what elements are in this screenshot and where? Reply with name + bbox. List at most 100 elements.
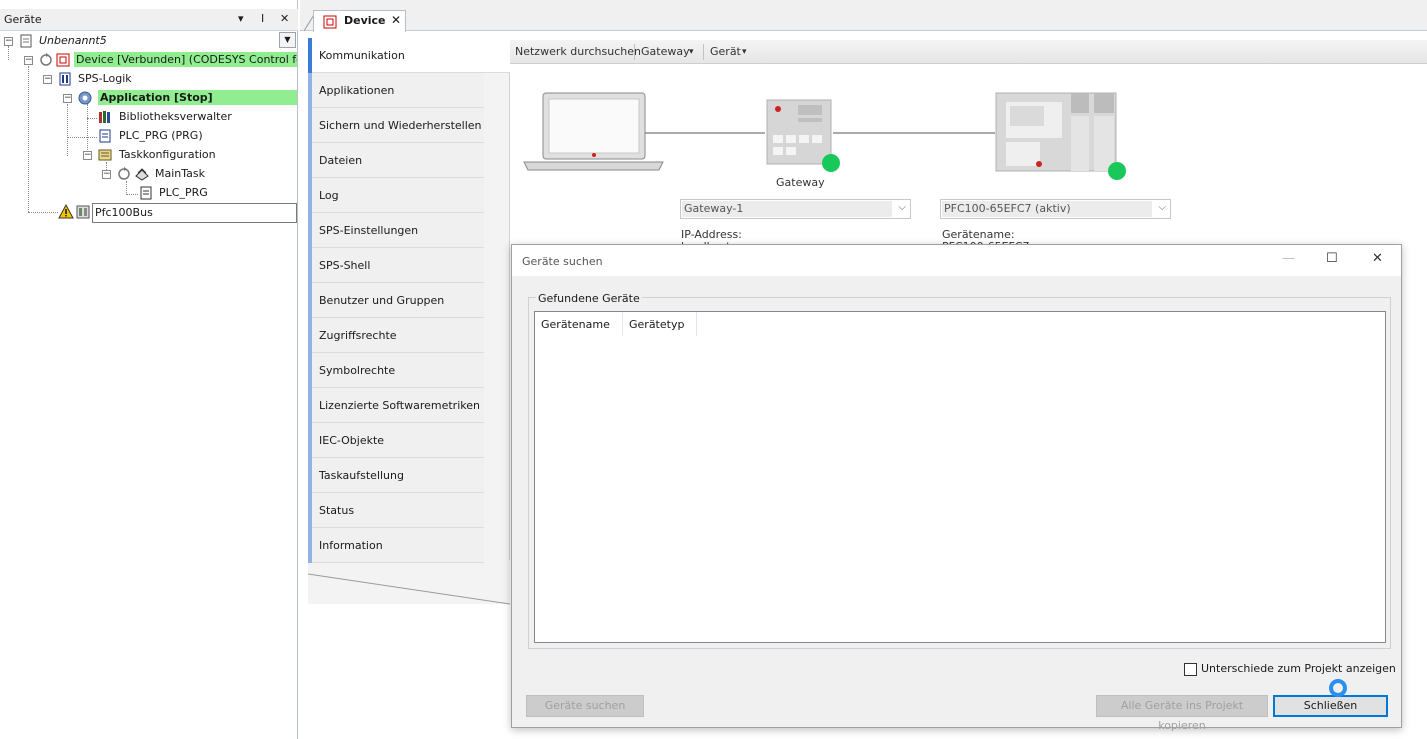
- online-sync-icon: [118, 167, 130, 180]
- minimize-icon[interactable]: —: [1282, 251, 1295, 266]
- chevron-down-icon: ⌵: [1158, 202, 1166, 213]
- tree-item-project[interactable]: − Unbenannt5: [0, 32, 278, 51]
- tab-symbolrechte[interactable]: Symbolrechte: [308, 353, 484, 388]
- tree-item-rename-field[interactable]: Pfc100Bus: [92, 203, 297, 223]
- gateway-caption: Gateway: [776, 176, 825, 189]
- collapse-icon[interactable]: −: [63, 94, 72, 103]
- group-title: Gefundene Geräte: [536, 292, 642, 305]
- program-call-icon: [140, 186, 152, 200]
- tree-item-label: Device [Verbunden] (CODESYS Control for …: [74, 52, 297, 67]
- program-icon: [99, 129, 111, 143]
- copy-all-devices-button[interactable]: Alle Geräte ins Projekt kopieren: [1096, 695, 1268, 732]
- devices-pane-header: Geräte ▾ ⵏ ✕: [0, 9, 298, 31]
- tab-taskaufstellung[interactable]: Taskaufstellung: [308, 458, 484, 493]
- tree-item-label: MainTask: [155, 167, 205, 180]
- close-button[interactable]: Schließen: [1273, 695, 1388, 717]
- search-devices-dialog: Geräte suchen — ☐ ✕ Gefundene Geräte Ger…: [511, 244, 1402, 732]
- communication-toolbar: Netzwerk durchsuchen Gateway ▾ Gerät ▾: [510, 40, 1427, 64]
- tree-item-task-configuration[interactable]: − Taskkonfiguration: [0, 146, 278, 165]
- tab-dateien[interactable]: Dateien: [308, 143, 484, 178]
- application-gear-icon: [78, 91, 92, 105]
- tree-dropdown-button[interactable]: ▼: [279, 32, 296, 48]
- pin-icon[interactable]: ⵏ: [261, 12, 264, 25]
- tree-item-label: PLC_PRG (PRG): [119, 129, 203, 142]
- network-topology: [523, 92, 1117, 172]
- tab-sps-shell[interactable]: SPS-Shell: [308, 248, 484, 283]
- gateway-menu-button[interactable]: Gateway: [641, 45, 690, 58]
- tree-item-application[interactable]: − Application [Stop]: [0, 89, 297, 108]
- editor-tab-strip: [300, 0, 1427, 32]
- tree-item-plc-prg[interactable]: PLC_PRG (PRG): [0, 127, 278, 146]
- chevron-down-icon: ▾: [742, 47, 747, 57]
- tree-item-pfc100bus[interactable]: Pfc100Bus: [0, 203, 298, 223]
- tree-item-label: SPS-Logik: [78, 72, 132, 85]
- tab-log[interactable]: Log: [308, 178, 484, 213]
- chevron-down-icon: ⌵: [898, 202, 906, 213]
- tree-item-device[interactable]: − Device [Verbunden] (CODESYS Control fo…: [0, 51, 297, 70]
- tree-item-label: Bibliotheksverwalter: [119, 110, 232, 123]
- collapse-icon[interactable]: −: [102, 170, 111, 179]
- online-sync-icon: [40, 53, 52, 66]
- show-differences-checkbox[interactable]: [1184, 663, 1197, 676]
- tree-item-plc-logic[interactable]: − SPS-Logik: [0, 70, 278, 89]
- plc-logic-icon: [59, 72, 71, 86]
- collapse-icon[interactable]: −: [4, 37, 13, 46]
- tab-status[interactable]: Status: [308, 493, 484, 528]
- close-pane-icon[interactable]: ✕: [280, 12, 289, 25]
- tab-applikationen[interactable]: Applikationen: [308, 73, 484, 108]
- project-icon: [20, 34, 32, 48]
- tree-item-label: Taskkonfiguration: [119, 148, 216, 161]
- pfc-controller-icon: [995, 92, 1117, 172]
- close-tab-icon[interactable]: ✕: [391, 13, 401, 27]
- scan-network-button[interactable]: Netzwerk durchsuchen: [515, 45, 641, 58]
- tree-item-main-task[interactable]: − MainTask: [0, 165, 278, 184]
- tab-device[interactable]: Device ✕: [313, 10, 406, 32]
- tree-item-label: Application [Stop]: [98, 90, 297, 105]
- tab-kommunikation[interactable]: Kommunikation: [308, 38, 510, 73]
- bus-icon: [76, 205, 90, 219]
- tab-label: Device: [344, 14, 386, 27]
- pane-menu-icon[interactable]: ▾: [238, 12, 244, 25]
- dialog-titlebar[interactable]: Geräte suchen — ☐ ✕: [512, 245, 1401, 276]
- show-differences-label[interactable]: Unterschiede zum Projekt anzeigen: [1201, 662, 1396, 675]
- collapse-icon[interactable]: −: [24, 56, 33, 65]
- devices-pane: Geräte ▾ ⵏ ✕ ▼ − Unbenannt5 − Device [Ve…: [0, 0, 298, 739]
- device-icon: [56, 53, 70, 67]
- column-header-device-name[interactable]: Gerätename: [535, 312, 623, 336]
- tab-iec-objekte[interactable]: IEC-Objekte: [308, 423, 484, 458]
- busy-cursor-icon: [1329, 679, 1347, 697]
- dialog-title: Geräte suchen: [522, 255, 603, 268]
- device-icon: [323, 15, 337, 29]
- pc-laptop-icon: [523, 92, 664, 171]
- device-menu-button[interactable]: Gerät: [710, 45, 741, 58]
- tree-item-library-manager[interactable]: Bibliotheksverwalter: [0, 108, 278, 127]
- gateway-select[interactable]: Gateway-1 ⌵: [680, 199, 911, 219]
- gateway-status-dot: [822, 154, 840, 172]
- warning-icon: [58, 204, 74, 219]
- tab-zugriffsrechte[interactable]: Zugriffsrechte: [308, 318, 484, 353]
- tree-item-plc-prg-call[interactable]: PLC_PRG: [0, 184, 278, 203]
- chevron-down-icon: ▾: [689, 47, 694, 57]
- tab-sps-einstellungen[interactable]: SPS-Einstellungen: [308, 213, 484, 248]
- device-select[interactable]: PFC100-65EFC7 (aktiv) ⌵: [940, 199, 1171, 219]
- library-icon: [99, 111, 110, 123]
- tab-softwaremetriken[interactable]: Lizenzierte Softwaremetriken: [308, 388, 484, 423]
- tab-information[interactable]: Information: [308, 528, 484, 563]
- tree-item-label: Unbenannt5: [39, 34, 107, 47]
- task-icon: [135, 168, 149, 181]
- device-status-dot: [1108, 162, 1126, 180]
- search-devices-button[interactable]: Geräte suchen: [526, 695, 644, 717]
- tab-list-tail: [308, 560, 511, 605]
- devices-pane-title: Geräte: [4, 13, 42, 26]
- column-header-device-type[interactable]: Gerätetyp: [623, 312, 697, 336]
- collapse-icon[interactable]: −: [83, 151, 92, 160]
- task-config-icon: [98, 149, 112, 161]
- tab-benutzer-gruppen[interactable]: Benutzer und Gruppen: [308, 283, 484, 318]
- collapse-icon[interactable]: −: [43, 75, 52, 84]
- found-devices-list[interactable]: Gerätename Gerätetyp: [534, 311, 1386, 643]
- tab-sichern-wiederherstellen[interactable]: Sichern und Wiederherstellen: [308, 108, 484, 143]
- maximize-icon[interactable]: ☐: [1326, 251, 1338, 266]
- gateway-device-icon: [766, 99, 832, 165]
- close-icon[interactable]: ✕: [1372, 251, 1383, 266]
- tree-item-label: PLC_PRG: [159, 186, 208, 199]
